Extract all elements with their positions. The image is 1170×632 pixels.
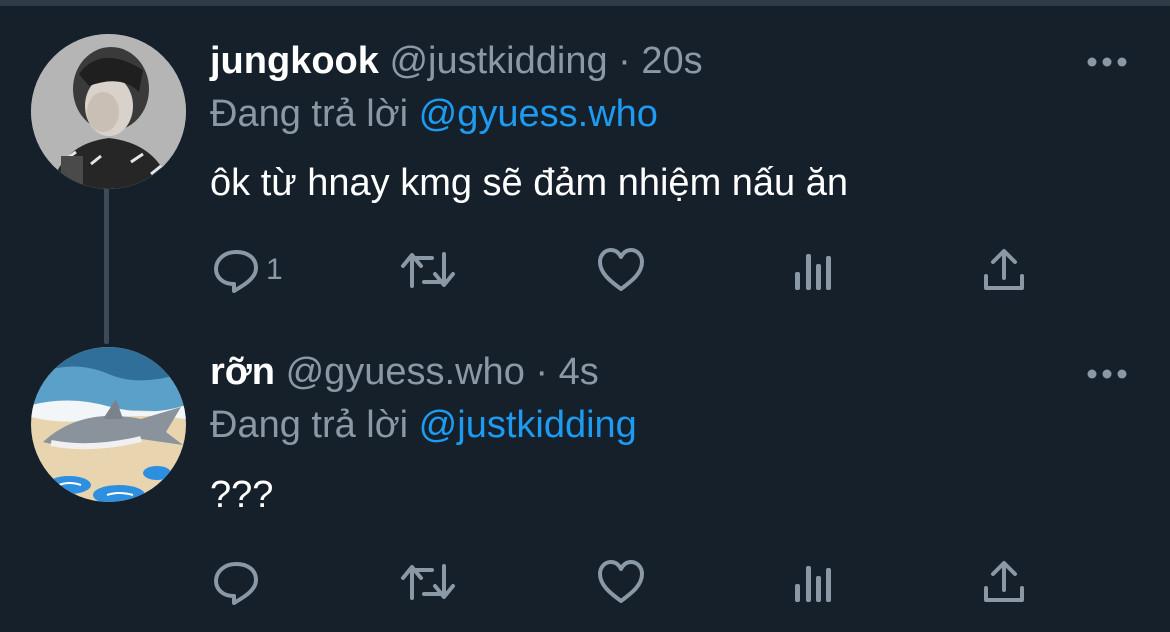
views-icon xyxy=(792,246,834,294)
replying-to: Đang trả lời @gyuess.who xyxy=(210,91,658,137)
action-bar: 1 xyxy=(210,244,1070,296)
replying-to-label: Đang trả lời xyxy=(210,404,419,446)
reply-icon xyxy=(212,558,260,606)
replying-to: Đang trả lời @justkidding xyxy=(210,402,637,448)
avatar[interactable] xyxy=(31,347,186,502)
tweet-2[interactable]: rỡn @gyuess.who · 4s Đang trả lời @justk… xyxy=(0,320,1170,632)
views-button[interactable] xyxy=(792,556,834,608)
more-icon[interactable] xyxy=(1086,366,1128,382)
share-button[interactable] xyxy=(982,556,1026,608)
views-icon xyxy=(792,558,834,606)
reply-button[interactable]: 1 xyxy=(212,244,283,296)
like-icon xyxy=(596,246,646,294)
separator-dot: · xyxy=(618,40,631,82)
views-button[interactable] xyxy=(792,244,834,296)
tweet-text: ôk từ hnay kmg sẽ đảm nhiệm nấu ăn xyxy=(210,162,849,204)
like-button[interactable] xyxy=(596,556,646,608)
timestamp[interactable]: 20s xyxy=(641,40,702,82)
avatar[interactable] xyxy=(31,34,186,189)
retweet-button[interactable] xyxy=(400,244,456,296)
user-handle[interactable]: @justkidding xyxy=(389,40,607,82)
separator-dot: · xyxy=(535,351,549,393)
like-button[interactable] xyxy=(596,244,646,296)
share-button[interactable] xyxy=(982,244,1026,296)
reply-button[interactable] xyxy=(212,556,260,608)
retweet-icon xyxy=(400,246,456,294)
reply-count: 1 xyxy=(266,253,283,286)
share-icon xyxy=(982,558,1026,606)
reply-icon xyxy=(212,246,260,294)
like-icon xyxy=(596,558,646,606)
tweet-header: rỡn @gyuess.who · 4s xyxy=(210,349,599,395)
reply-mention[interactable]: @gyuess.who xyxy=(419,93,658,135)
tweet-text: ??? xyxy=(210,474,274,516)
tweet-header: jungkook @justkidding · 20s xyxy=(210,38,703,84)
action-bar xyxy=(210,556,1070,608)
user-handle[interactable]: @gyuess.who xyxy=(286,351,525,393)
share-icon xyxy=(982,246,1026,294)
timestamp[interactable]: 4s xyxy=(559,351,599,393)
reply-mention[interactable]: @justkidding xyxy=(419,404,637,446)
tweet-1[interactable]: jungkook @justkidding · 20s Đang trả lời… xyxy=(0,0,1170,320)
more-icon[interactable] xyxy=(1086,54,1128,70)
retweet-button[interactable] xyxy=(400,556,456,608)
display-name[interactable]: jungkook xyxy=(210,40,379,82)
retweet-icon xyxy=(400,558,456,606)
display-name[interactable]: rỡn xyxy=(210,351,275,393)
replying-to-label: Đang trả lời xyxy=(210,93,419,135)
